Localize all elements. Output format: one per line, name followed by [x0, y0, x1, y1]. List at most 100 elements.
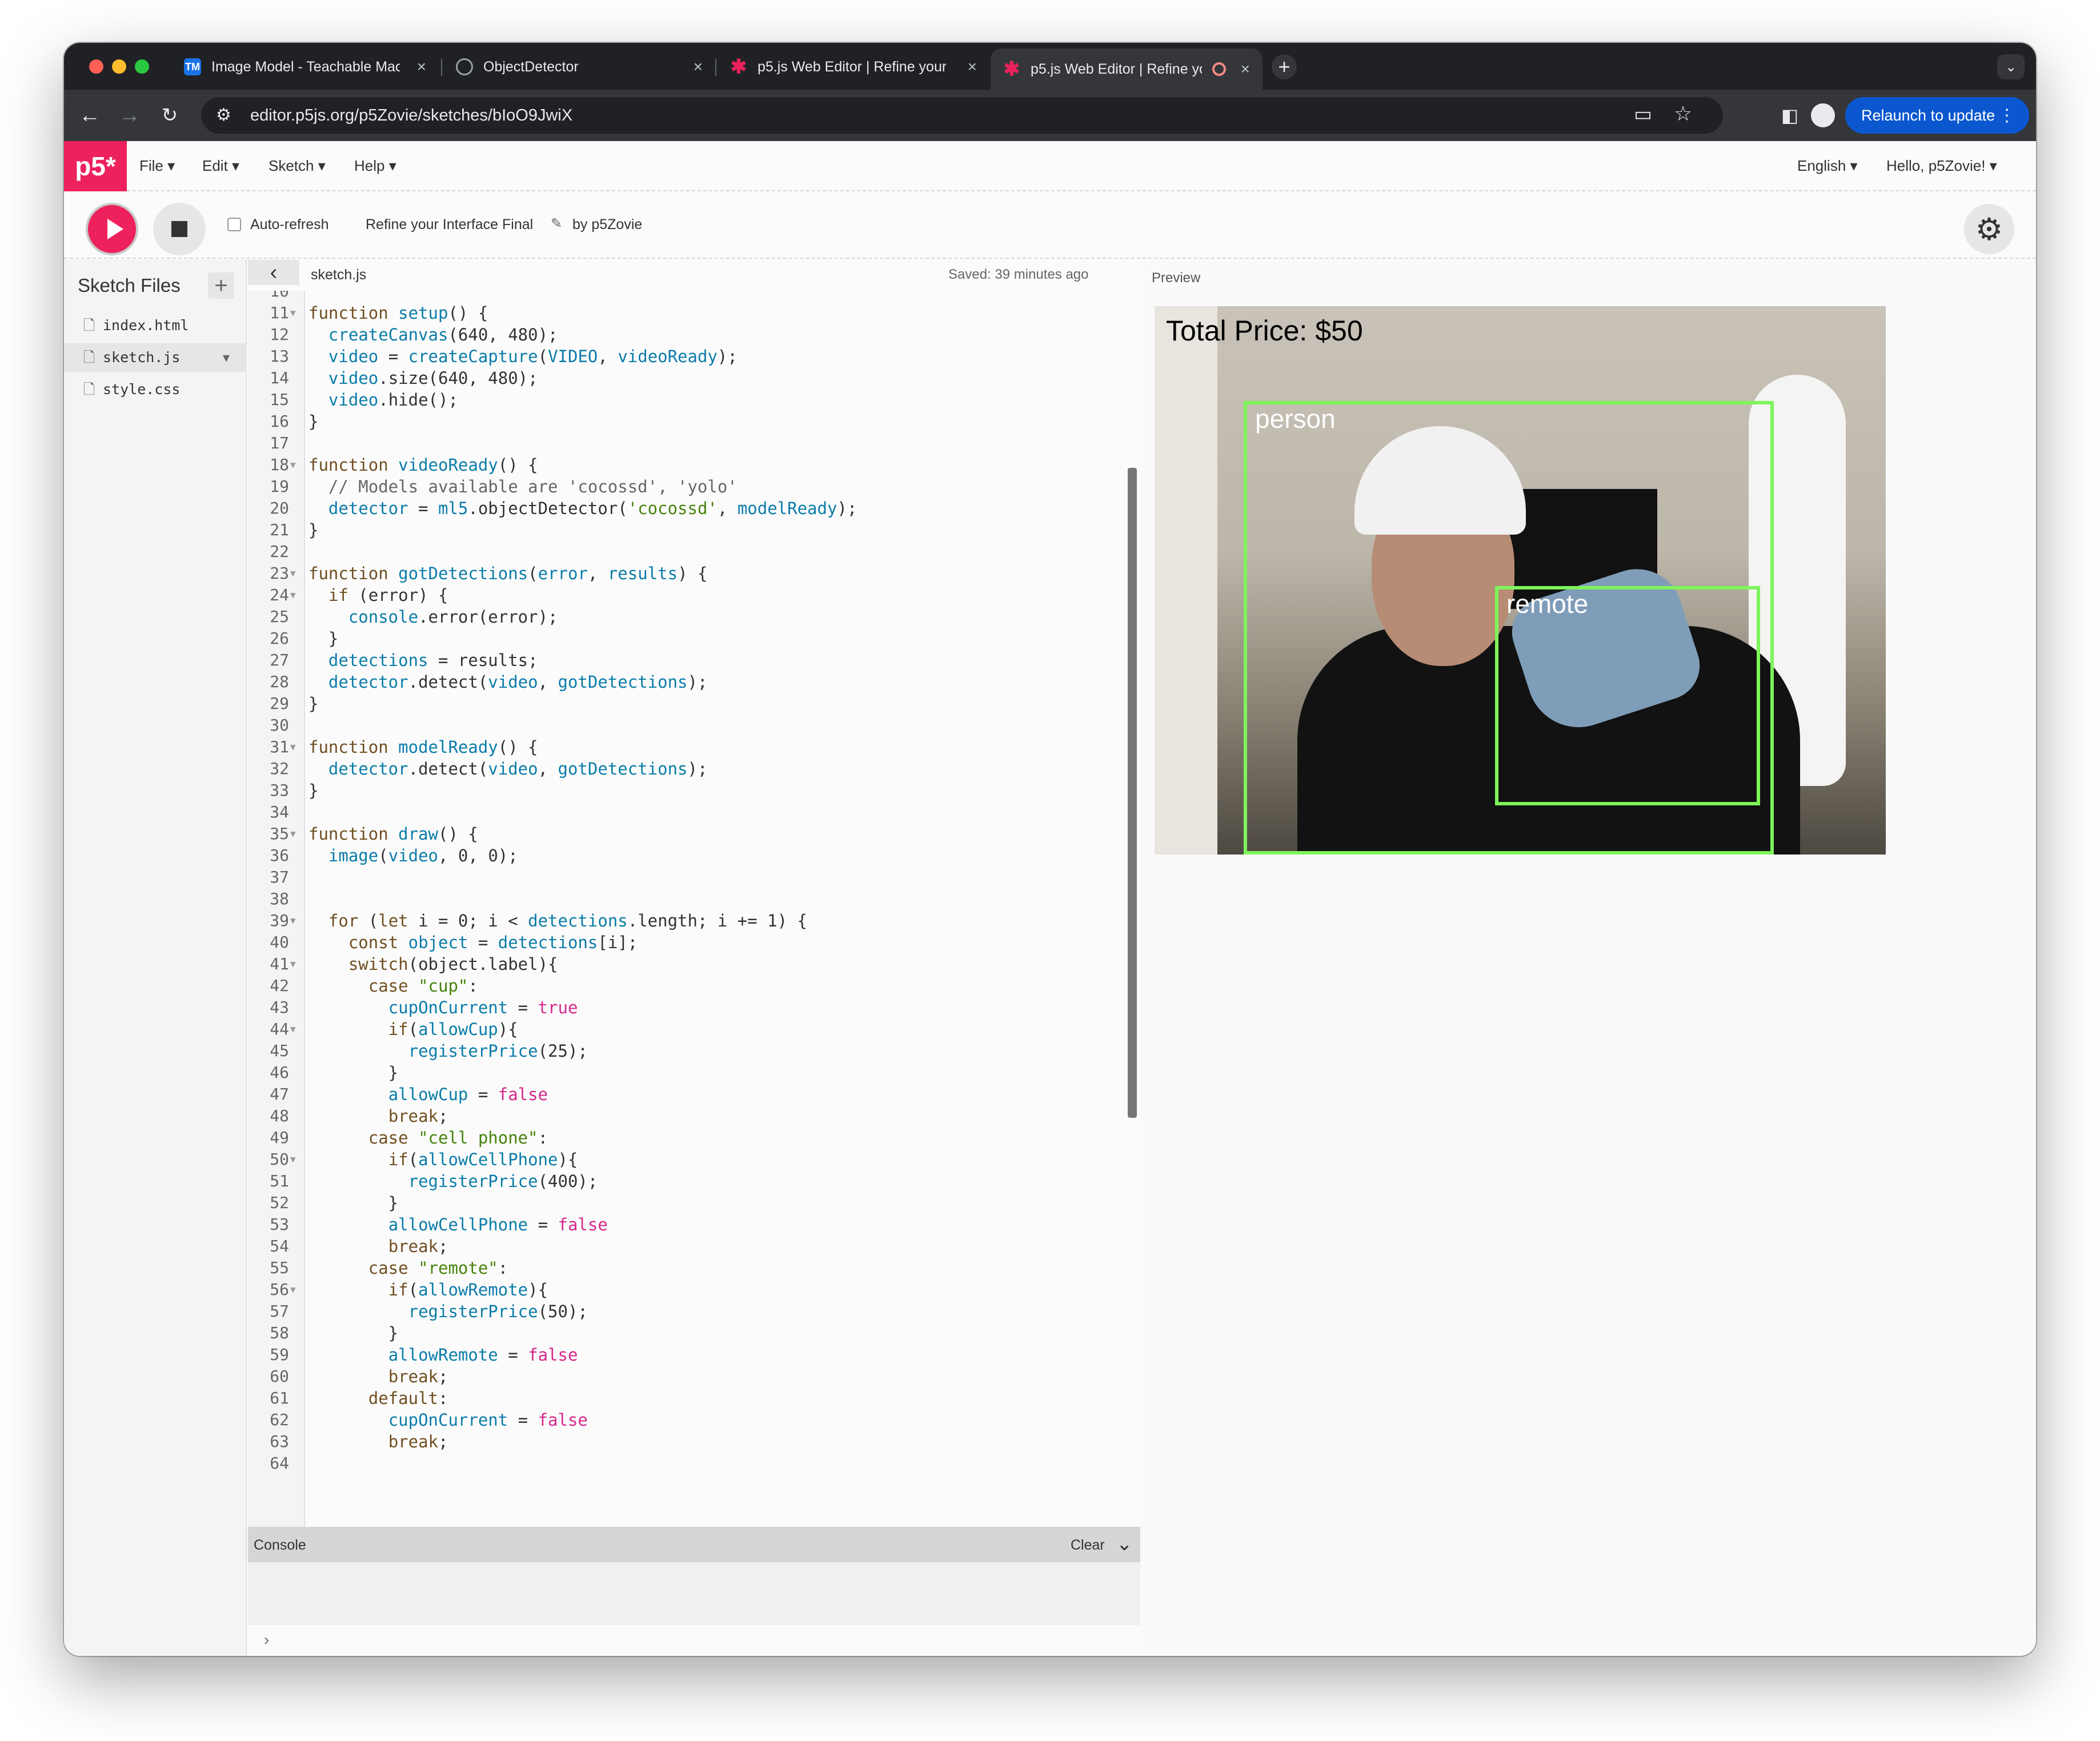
- back-arrow-icon[interactable]: ←: [75, 101, 104, 130]
- zoom-window-button[interactable]: [135, 59, 149, 74]
- forward-arrow-icon[interactable]: →: [115, 101, 144, 130]
- code-line[interactable]: 58 }: [248, 1322, 1122, 1344]
- code-line[interactable]: 32 detector.detect(video, gotDetections)…: [248, 758, 1122, 780]
- code-line[interactable]: 53 allowCellPhone = false: [248, 1214, 1122, 1235]
- address-bar[interactable]: ⚙ editor.p5js.org/p5Zovie/sketches/bIoO9…: [201, 97, 1723, 134]
- code-line[interactable]: 15 video.hide();: [248, 389, 1122, 411]
- close-window-button[interactable]: [89, 59, 103, 74]
- code-line[interactable]: 57 registerPrice(50);: [248, 1301, 1122, 1322]
- console-clear-button[interactable]: Clear: [1071, 1537, 1105, 1554]
- code-line[interactable]: 48 break;: [248, 1105, 1122, 1127]
- code-line[interactable]: 12 createCanvas(640, 480);: [248, 324, 1122, 346]
- code-line[interactable]: 23 ▼ function gotDetections(error, results…: [248, 563, 1122, 584]
- fold-arrow-icon[interactable]: ▼: [290, 563, 296, 584]
- console-collapse-chevron-icon[interactable]: ⌄: [1116, 1533, 1133, 1555]
- fold-arrow-icon[interactable]: ▼: [290, 1279, 296, 1301]
- code-line[interactable]: 42 case "cup":: [248, 975, 1122, 997]
- code-line[interactable]: 40 const object = detections[i];: [248, 932, 1122, 953]
- code-line[interactable]: 31 ▼ function modelReady() {: [248, 736, 1122, 758]
- code-line[interactable]: 14 video.size(640, 480);: [248, 367, 1122, 389]
- code-line[interactable]: 26 }: [248, 628, 1122, 649]
- stop-button[interactable]: [153, 203, 206, 255]
- fold-arrow-icon[interactable]: ▼: [290, 1149, 296, 1170]
- code-line[interactable]: 28 detector.detect(video, gotDetections)…: [248, 671, 1122, 693]
- tab-p5-editor-2[interactable]: ✱ p5.js Web Editor | Refine your ×: [991, 49, 1263, 90]
- code-line[interactable]: 35 ▼ function draw() {: [248, 823, 1122, 845]
- code-line[interactable]: 37: [248, 867, 1122, 888]
- tab-close-icon[interactable]: ×: [1241, 60, 1250, 78]
- fold-arrow-icon[interactable]: ▼: [290, 823, 296, 845]
- code-line[interactable]: 38: [248, 888, 1122, 910]
- fold-arrow-icon[interactable]: ▼: [290, 584, 296, 606]
- tab-objectdetector[interactable]: ObjectDetector ×: [443, 49, 715, 85]
- code-line[interactable]: 52 }: [248, 1192, 1122, 1214]
- code-line[interactable]: 25 console.error(error);: [248, 606, 1122, 628]
- relaunch-button[interactable]: Relaunch to update ⋮: [1845, 97, 2029, 134]
- code-line[interactable]: 21}: [248, 519, 1122, 541]
- code-line[interactable]: 49 case "cell phone":: [248, 1127, 1122, 1149]
- fold-arrow-icon[interactable]: ▼: [290, 1018, 296, 1040]
- code-line[interactable]: 34: [248, 801, 1122, 823]
- bookmark-star-icon[interactable]: ☆: [1674, 102, 1692, 126]
- code-line[interactable]: 55 case "remote":: [248, 1257, 1122, 1279]
- tab-close-icon[interactable]: ×: [417, 58, 426, 76]
- menu-edit[interactable]: Edit ▾: [202, 157, 239, 175]
- code-line[interactable]: 56 ▼ if(allowRemote){: [248, 1279, 1122, 1301]
- code-line[interactable]: 30: [248, 715, 1122, 736]
- tab-close-icon[interactable]: ×: [968, 58, 977, 76]
- code-line[interactable]: 33}: [248, 780, 1122, 801]
- edit-pencil-icon[interactable]: ✎: [551, 215, 562, 232]
- console-input[interactable]: ›: [248, 1625, 1140, 1656]
- new-tab-button[interactable]: +: [1272, 54, 1297, 79]
- preview-canvas[interactable]: Total Price: $50 person remote: [1155, 306, 1886, 855]
- account-menu[interactable]: Hello, p5Zovie! ▾: [1886, 157, 1997, 175]
- code-line[interactable]: 46 }: [248, 1062, 1122, 1084]
- fold-arrow-icon[interactable]: ▼: [290, 736, 296, 758]
- code-line[interactable]: 54 break;: [248, 1235, 1122, 1257]
- code-line[interactable]: 18 ▼ function videoReady() {: [248, 454, 1122, 476]
- tab-teachable-machine[interactable]: TM Image Model - Teachable Machine ×: [171, 49, 439, 85]
- reload-icon[interactable]: ↻: [155, 101, 184, 130]
- editor-scrollbar[interactable]: [1128, 468, 1137, 1118]
- code-line[interactable]: 64: [248, 1453, 1122, 1474]
- fold-arrow-icon[interactable]: ▼: [290, 302, 296, 324]
- file-options-chevron-icon[interactable]: ▼: [223, 343, 230, 372]
- code-line[interactable]: 51 registerPrice(400);: [248, 1170, 1122, 1192]
- minimize-window-button[interactable]: [112, 59, 126, 74]
- fold-arrow-icon[interactable]: ▼: [290, 910, 296, 932]
- file-item-style[interactable]: 🗋 style.css: [64, 375, 247, 404]
- site-settings-icon[interactable]: ⚙: [216, 105, 231, 125]
- menu-sketch[interactable]: Sketch ▾: [268, 157, 326, 175]
- code-line[interactable]: 10: [248, 291, 1122, 302]
- code-line[interactable]: 43 cupOnCurrent = true: [248, 997, 1122, 1018]
- code-line[interactable]: 24 ▼ if (error) {: [248, 584, 1122, 606]
- tab-search-chevron-icon[interactable]: ⌄: [1997, 54, 2025, 79]
- menu-help[interactable]: Help ▾: [354, 157, 396, 175]
- collapse-sidebar-button[interactable]: ‹: [248, 260, 299, 285]
- code-line[interactable]: 63 break;: [248, 1431, 1122, 1453]
- profile-avatar-icon[interactable]: [1811, 103, 1835, 127]
- code-line[interactable]: 47 allowCup = false: [248, 1084, 1122, 1105]
- add-file-button[interactable]: +: [208, 272, 234, 299]
- play-button[interactable]: [86, 203, 138, 255]
- code-line[interactable]: 60 break;: [248, 1366, 1122, 1387]
- code-line[interactable]: 17: [248, 432, 1122, 454]
- file-item-index[interactable]: 🗋 index.html: [64, 311, 247, 340]
- url-text[interactable]: editor.p5js.org/p5Zovie/sketches/bIoO9Jw…: [250, 106, 572, 125]
- camera-in-use-icon[interactable]: ▭: [1634, 103, 1652, 126]
- code-line[interactable]: 16}: [248, 411, 1122, 432]
- code-line[interactable]: 11 ▼ function setup() {: [248, 302, 1122, 324]
- auto-refresh-checkbox[interactable]: [227, 218, 241, 231]
- code-line[interactable]: 44 ▼ if(allowCup){: [248, 1018, 1122, 1040]
- code-line[interactable]: 39 ▼ for (let i = 0; i < detections.lengt…: [248, 910, 1122, 932]
- code-editor[interactable]: 10 11 ▼ function setup() {12 createCanvas(6…: [248, 291, 1140, 1527]
- code-line[interactable]: 36 image(video, 0, 0);: [248, 845, 1122, 867]
- code-line[interactable]: 41 ▼ switch(object.label){: [248, 953, 1122, 975]
- tab-close-icon[interactable]: ×: [694, 58, 703, 76]
- code-line[interactable]: 50 ▼ if(allowCellPhone){: [248, 1149, 1122, 1170]
- tab-p5-editor-1[interactable]: ✱ p5.js Web Editor | Refine your Interfa…: [718, 49, 989, 85]
- code-line[interactable]: 29}: [248, 693, 1122, 715]
- fold-arrow-icon[interactable]: ▼: [290, 953, 296, 975]
- side-panel-icon[interactable]: ◧: [1776, 101, 1804, 130]
- sketch-title[interactable]: Refine your Interface Final: [366, 216, 533, 233]
